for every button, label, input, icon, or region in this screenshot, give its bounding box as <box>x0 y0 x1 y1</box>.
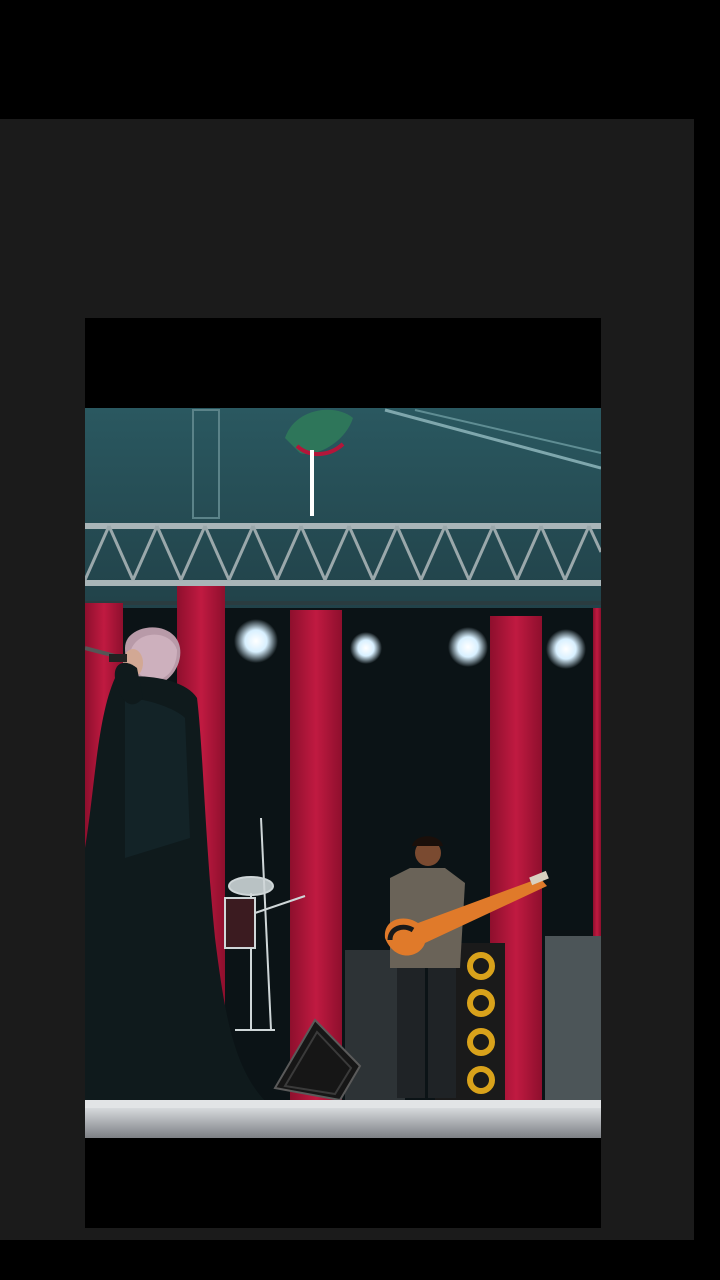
video-player[interactable] <box>85 318 601 1228</box>
stage-floor <box>85 1108 601 1138</box>
concert-video-frame <box>85 318 601 1228</box>
top-bar <box>85 318 601 408</box>
bottom-bar <box>85 1138 601 1228</box>
stage-edge <box>85 1100 601 1108</box>
video-viewer-screen <box>0 0 720 1280</box>
